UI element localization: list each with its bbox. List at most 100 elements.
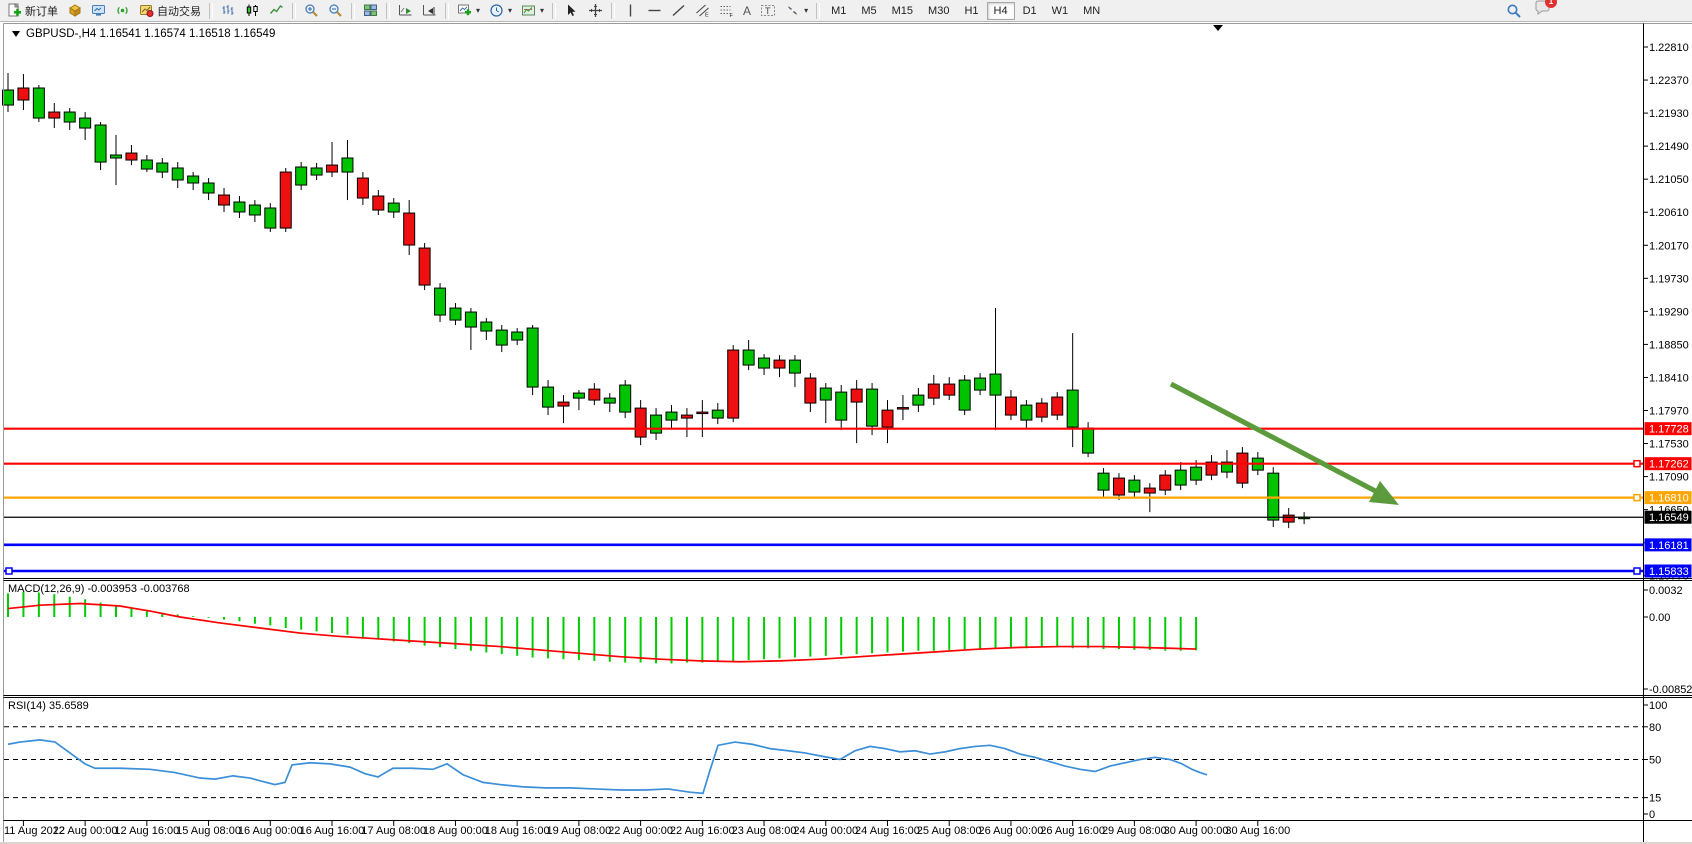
- candle-body: [836, 392, 847, 420]
- timeframe-button-H1[interactable]: H1: [957, 2, 985, 20]
- chart-shift-button[interactable]: [418, 2, 441, 20]
- candle-body: [234, 202, 245, 212]
- channel-button[interactable]: E: [691, 2, 714, 20]
- notifications-button[interactable]: 1: [1534, 0, 1551, 21]
- time-tick-label: 26 Aug 16:00: [1040, 825, 1105, 837]
- candle-body: [3, 90, 14, 105]
- toolbar-separator: [209, 3, 213, 19]
- line-chart-button[interactable]: [265, 2, 288, 20]
- chart-shift-marker[interactable]: [1213, 25, 1223, 31]
- price-line-label: 1.16181: [1649, 540, 1689, 552]
- zoom-in-button[interactable]: [300, 2, 323, 20]
- candle-body: [589, 389, 600, 400]
- toolbar-separator: [292, 3, 296, 19]
- new-order-button[interactable]: 新订单: [3, 2, 62, 20]
- timeframe-button-M30[interactable]: M30: [921, 2, 956, 20]
- clock-icon: [489, 3, 504, 18]
- candle-body: [1036, 403, 1047, 417]
- period-button[interactable]: ▾: [485, 2, 516, 20]
- chart-autoscroll-button[interactable]: [394, 2, 417, 20]
- candle-body: [543, 387, 554, 407]
- candle-body: [1067, 390, 1078, 427]
- line-handle[interactable]: [1634, 495, 1640, 501]
- timeframe-button-H4[interactable]: H4: [987, 2, 1015, 20]
- line-handle[interactable]: [1634, 568, 1640, 574]
- bar-chart-button[interactable]: [217, 2, 240, 20]
- timeframe-button-M15[interactable]: M15: [885, 2, 920, 20]
- symbol-collapse-icon[interactable]: [12, 31, 20, 37]
- candle-body: [635, 408, 646, 437]
- time-tick-label: 24 Aug 16:00: [855, 825, 920, 837]
- hline-button[interactable]: [643, 2, 666, 20]
- template-button[interactable]: ▾: [517, 2, 548, 20]
- svg-text:F: F: [730, 13, 734, 18]
- tile-windows-button[interactable]: [359, 2, 382, 20]
- cursor-button[interactable]: [560, 2, 583, 20]
- candle-body: [620, 385, 631, 412]
- price-tick-label: 1.17090: [1649, 472, 1689, 484]
- gold-box-icon: [67, 3, 82, 18]
- time-tick-label: 12 Aug 16:00: [114, 825, 179, 837]
- crosshair-button[interactable]: [584, 2, 607, 20]
- candle-body: [1175, 470, 1186, 485]
- new-chart-button[interactable]: ▾: [453, 2, 484, 20]
- crosshair-icon: [588, 3, 603, 18]
- vertical-line-icon: [623, 3, 638, 18]
- candle-body: [388, 203, 399, 212]
- timeframe-button-M5[interactable]: M5: [854, 2, 883, 20]
- toolbar-separator: [351, 3, 355, 19]
- timeframe-button-M1[interactable]: M1: [824, 2, 853, 20]
- price-tick-label: 1.19730: [1649, 273, 1689, 285]
- price-line-label: 1.16810: [1649, 493, 1689, 505]
- new-order-label: 新订单: [25, 3, 58, 19]
- candle-body: [311, 168, 322, 175]
- cursor-icon: [564, 3, 579, 18]
- candle-body: [1113, 478, 1124, 495]
- price-tick-label: 1.21050: [1649, 174, 1689, 186]
- line-handle[interactable]: [1634, 461, 1640, 467]
- line-handle[interactable]: [6, 568, 12, 574]
- cube-button[interactable]: [63, 2, 86, 20]
- candle-body: [959, 380, 970, 410]
- timeframe-button-MN[interactable]: MN: [1076, 2, 1107, 20]
- text-button[interactable]: A: [739, 2, 755, 20]
- new-chart-icon: [457, 3, 472, 18]
- candle-body: [712, 410, 723, 418]
- timeframe-button-D1[interactable]: D1: [1016, 2, 1044, 20]
- candle-body: [944, 384, 955, 395]
- candle-chart-button[interactable]: [241, 2, 264, 20]
- trend-arrow-head[interactable]: [1369, 481, 1399, 505]
- trendline-button[interactable]: [667, 2, 690, 20]
- autotrade-button[interactable]: 自动交易: [135, 2, 205, 20]
- search-button[interactable]: [1502, 2, 1526, 20]
- vline-button[interactable]: [619, 2, 642, 20]
- signal-button[interactable]: [111, 2, 134, 20]
- candle-body: [913, 395, 924, 405]
- candle-body: [373, 196, 384, 210]
- candle-body: [80, 118, 91, 128]
- signal-icon: [115, 3, 130, 18]
- timeframe-button-W1[interactable]: W1: [1045, 2, 1076, 20]
- fibonacci-button[interactable]: F: [715, 2, 738, 20]
- toolbar-separator: [611, 3, 615, 19]
- price-tick-label: 1.18850: [1649, 339, 1689, 351]
- time-tick-label: 16 Aug 00:00: [238, 825, 303, 837]
- label-button[interactable]: T: [756, 2, 780, 20]
- candle-body: [512, 332, 523, 340]
- line-chart-icon: [269, 3, 284, 18]
- candle-body: [1129, 480, 1140, 492]
- arrows-button[interactable]: ▾: [781, 2, 812, 20]
- template-icon: [521, 3, 536, 18]
- candle-body: [1283, 515, 1294, 522]
- macd-tick-label: 0.00: [1649, 612, 1670, 624]
- zoom-out-button[interactable]: [324, 2, 347, 20]
- candle-body: [435, 288, 446, 315]
- macd-signal-line: [8, 603, 1196, 661]
- candle-body: [265, 208, 276, 228]
- chevron-down-icon: ▾: [508, 6, 512, 15]
- time-tick-label: 19 Aug 08:00: [546, 825, 611, 837]
- price-chart-canvas[interactable]: 1.228101.223701.219301.214901.210501.206…: [0, 0, 1692, 844]
- candle-body: [666, 412, 677, 420]
- terminal-button[interactable]: [87, 2, 110, 20]
- candle-body: [728, 350, 739, 418]
